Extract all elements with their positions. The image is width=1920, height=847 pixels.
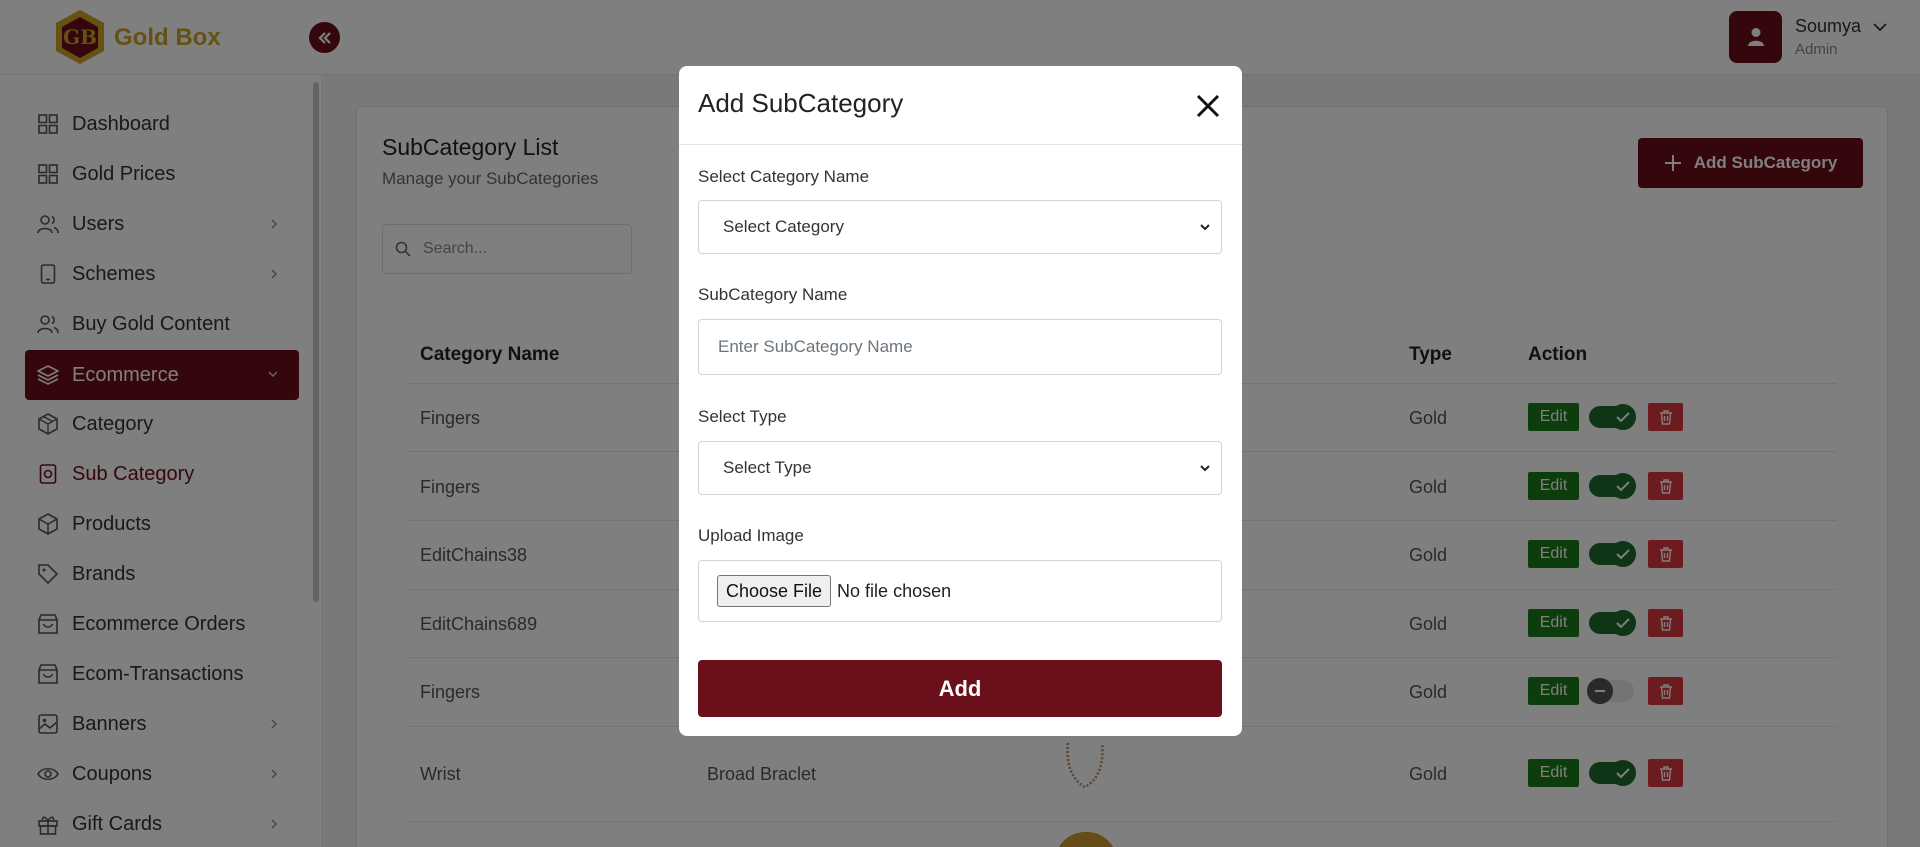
type-label: Select Type (698, 407, 787, 426)
type-select-value: Select Type (723, 458, 812, 477)
upload-image-field: Choose File No file chosen (698, 560, 1222, 622)
add-subcategory-modal: Add SubCategory Select Category Name Sel… (679, 66, 1242, 736)
subcategory-name-placeholder: Enter SubCategory Name (718, 337, 913, 356)
category-select-value: Select Category (723, 217, 844, 236)
modal-title: Add SubCategory (698, 88, 904, 118)
chevron-down-icon (1200, 224, 1210, 231)
upload-image-label: Upload Image (698, 526, 804, 545)
subcategory-name-input[interactable]: Enter SubCategory Name (698, 319, 1222, 375)
category-select[interactable]: Select Category (698, 200, 1222, 254)
choose-file-button[interactable]: Choose File (717, 575, 832, 607)
subcategory-name-label: SubCategory Name (698, 285, 848, 304)
modal-divider (679, 144, 1242, 145)
type-select[interactable]: Select Type (698, 441, 1222, 495)
close-button[interactable] (1193, 91, 1223, 121)
close-icon (1196, 94, 1220, 118)
chevron-down-icon (1200, 465, 1210, 472)
category-label: Select Category Name (698, 167, 870, 186)
no-file-text: No file chosen (837, 580, 952, 601)
add-button[interactable]: Add (698, 660, 1222, 717)
